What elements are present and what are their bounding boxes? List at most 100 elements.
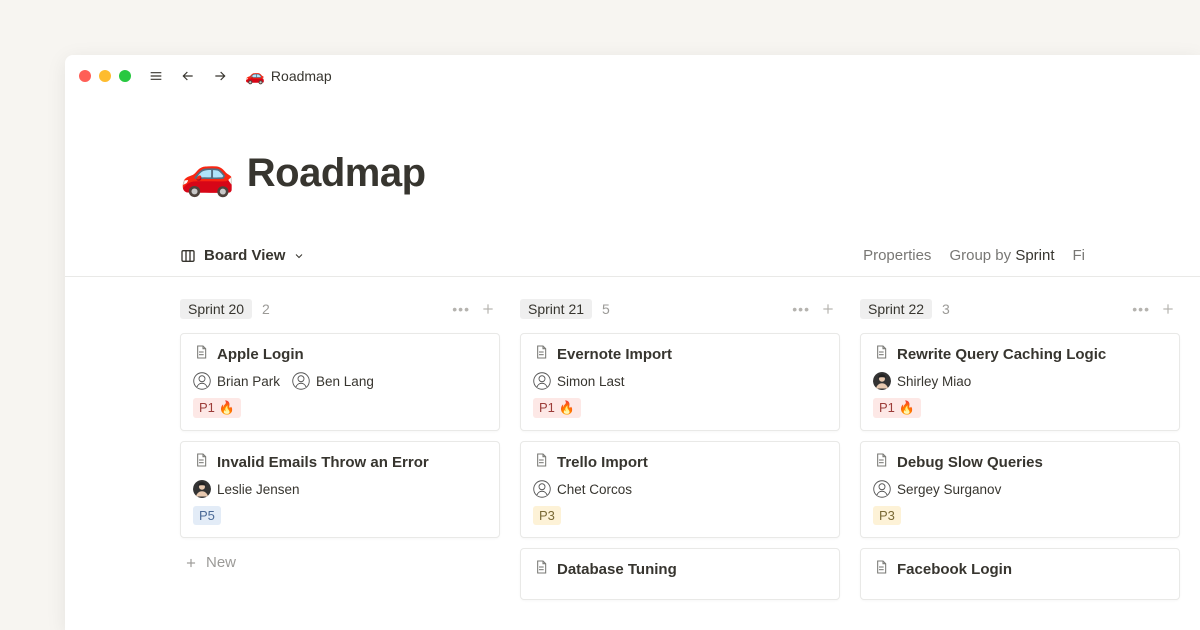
assignee: Ben Lang xyxy=(292,372,374,390)
breadcrumb-title: Roadmap xyxy=(271,68,332,84)
assignee-name: Ben Lang xyxy=(316,374,374,389)
card-title: Trello Import xyxy=(557,454,648,471)
page-icon xyxy=(533,344,549,364)
chevron-down-icon xyxy=(293,250,305,262)
priority-badge: P1 🔥 xyxy=(873,398,921,418)
app-window: 🚗 Roadmap 🚗 Roadmap Board View Propertie… xyxy=(65,55,1200,630)
viewbar: Board View Properties Group by Sprint Fi xyxy=(65,233,1200,277)
card-title: Invalid Emails Throw an Error xyxy=(217,454,429,471)
board-icon xyxy=(180,248,196,264)
properties-button[interactable]: Properties xyxy=(863,247,931,264)
priority-badge: P5 xyxy=(193,506,221,525)
avatar xyxy=(533,480,551,498)
filter-button[interactable]: Fi xyxy=(1073,247,1086,264)
assignee: Chet Corcos xyxy=(533,480,632,498)
assignee: Simon Last xyxy=(533,372,625,390)
priority-badge: P3 xyxy=(873,506,901,525)
column-add-icon[interactable] xyxy=(1160,301,1176,317)
column-add-icon[interactable] xyxy=(480,301,496,317)
card-assignees: Simon Last xyxy=(533,372,827,390)
page-header: 🚗 Roadmap xyxy=(65,97,1200,209)
board-card[interactable]: Rewrite Query Caching Logic Shirley Miao P… xyxy=(860,333,1180,431)
board-card[interactable]: Database Tuning xyxy=(520,548,840,600)
board-column: Sprint 22 3 ••• Rewrite Query Caching Logic… xyxy=(860,295,1180,610)
card-title: Facebook Login xyxy=(897,561,1012,578)
group-by-button[interactable]: Group by Sprint xyxy=(949,247,1054,264)
card-title: Debug Slow Queries xyxy=(897,454,1043,471)
page-icon xyxy=(533,559,549,579)
assignee-name: Chet Corcos xyxy=(557,482,632,497)
column-tag[interactable]: Sprint 20 xyxy=(180,299,252,319)
page-title-text[interactable]: Roadmap xyxy=(247,151,426,196)
back-button[interactable] xyxy=(177,65,199,87)
board-card[interactable]: Trello Import Chet Corcos P3 xyxy=(520,441,840,538)
page-icon xyxy=(193,344,209,364)
priority-badge: P1 🔥 xyxy=(193,398,241,418)
board: Sprint 20 2 ••• Apple Login Brian Park Ben La… xyxy=(65,277,1200,610)
board-card[interactable]: Debug Slow Queries Sergey Surganov P3 xyxy=(860,441,1180,538)
traffic-lights xyxy=(79,70,131,82)
new-card-label: New xyxy=(206,554,236,571)
topbar: 🚗 Roadmap xyxy=(65,55,1200,97)
board-card[interactable]: Apple Login Brian Park Ben Lang P1 🔥 xyxy=(180,333,500,431)
card-assignees: Brian Park Ben Lang xyxy=(193,372,487,390)
group-by-label: Group by xyxy=(949,247,1011,264)
avatar xyxy=(873,372,891,390)
assignee-name: Sergey Surganov xyxy=(897,482,1001,497)
window-minimize[interactable] xyxy=(99,70,111,82)
card-assignees: Leslie Jensen xyxy=(193,480,487,498)
board-card[interactable]: Facebook Login xyxy=(860,548,1180,600)
assignee: Leslie Jensen xyxy=(193,480,300,498)
page-emoji[interactable]: 🚗 xyxy=(180,147,235,199)
column-count: 2 xyxy=(262,301,270,317)
column-tag[interactable]: Sprint 21 xyxy=(520,299,592,319)
column-count: 3 xyxy=(942,301,950,317)
page-icon xyxy=(873,344,889,364)
page-title: 🚗 Roadmap xyxy=(180,147,1085,199)
view-label: Board View xyxy=(204,247,285,264)
page-icon xyxy=(873,452,889,472)
window-maximize[interactable] xyxy=(119,70,131,82)
group-by-value: Sprint xyxy=(1015,247,1054,264)
assignee: Brian Park xyxy=(193,372,280,390)
forward-button[interactable] xyxy=(209,65,231,87)
column-header: Sprint 21 5 ••• xyxy=(520,295,840,323)
column-more-icon[interactable]: ••• xyxy=(452,301,470,317)
breadcrumb-emoji: 🚗 xyxy=(245,66,265,86)
page-icon xyxy=(873,559,889,579)
column-tag[interactable]: Sprint 22 xyxy=(860,299,932,319)
board-card[interactable]: Invalid Emails Throw an Error Leslie Jens… xyxy=(180,441,500,538)
card-title: Apple Login xyxy=(217,346,304,363)
page-icon xyxy=(533,452,549,472)
assignee: Sergey Surganov xyxy=(873,480,1001,498)
view-selector[interactable]: Board View xyxy=(180,247,305,276)
card-assignees: Sergey Surganov xyxy=(873,480,1167,498)
avatar xyxy=(533,372,551,390)
board-card[interactable]: Evernote Import Simon Last P1 🔥 xyxy=(520,333,840,431)
avatar xyxy=(873,480,891,498)
column-header: Sprint 22 3 ••• xyxy=(860,295,1180,323)
card-title: Rewrite Query Caching Logic xyxy=(897,346,1106,363)
card-assignees: Chet Corcos xyxy=(533,480,827,498)
assignee-name: Brian Park xyxy=(217,374,280,389)
card-assignees: Shirley Miao xyxy=(873,372,1167,390)
breadcrumb[interactable]: 🚗 Roadmap xyxy=(245,66,332,86)
view-actions: Properties Group by Sprint Fi xyxy=(863,247,1085,276)
card-title: Evernote Import xyxy=(557,346,672,363)
assignee: Shirley Miao xyxy=(873,372,971,390)
column-more-icon[interactable]: ••• xyxy=(792,301,810,317)
column-header: Sprint 20 2 ••• xyxy=(180,295,500,323)
priority-badge: P1 🔥 xyxy=(533,398,581,418)
new-card-button[interactable]: New xyxy=(180,548,500,577)
assignee-name: Shirley Miao xyxy=(897,374,971,389)
menu-icon[interactable] xyxy=(145,65,167,87)
column-more-icon[interactable]: ••• xyxy=(1132,301,1150,317)
column-count: 5 xyxy=(602,301,610,317)
assignee-name: Simon Last xyxy=(557,374,625,389)
window-close[interactable] xyxy=(79,70,91,82)
priority-badge: P3 xyxy=(533,506,561,525)
assignee-name: Leslie Jensen xyxy=(217,482,300,497)
avatar xyxy=(193,480,211,498)
avatar xyxy=(292,372,310,390)
column-add-icon[interactable] xyxy=(820,301,836,317)
